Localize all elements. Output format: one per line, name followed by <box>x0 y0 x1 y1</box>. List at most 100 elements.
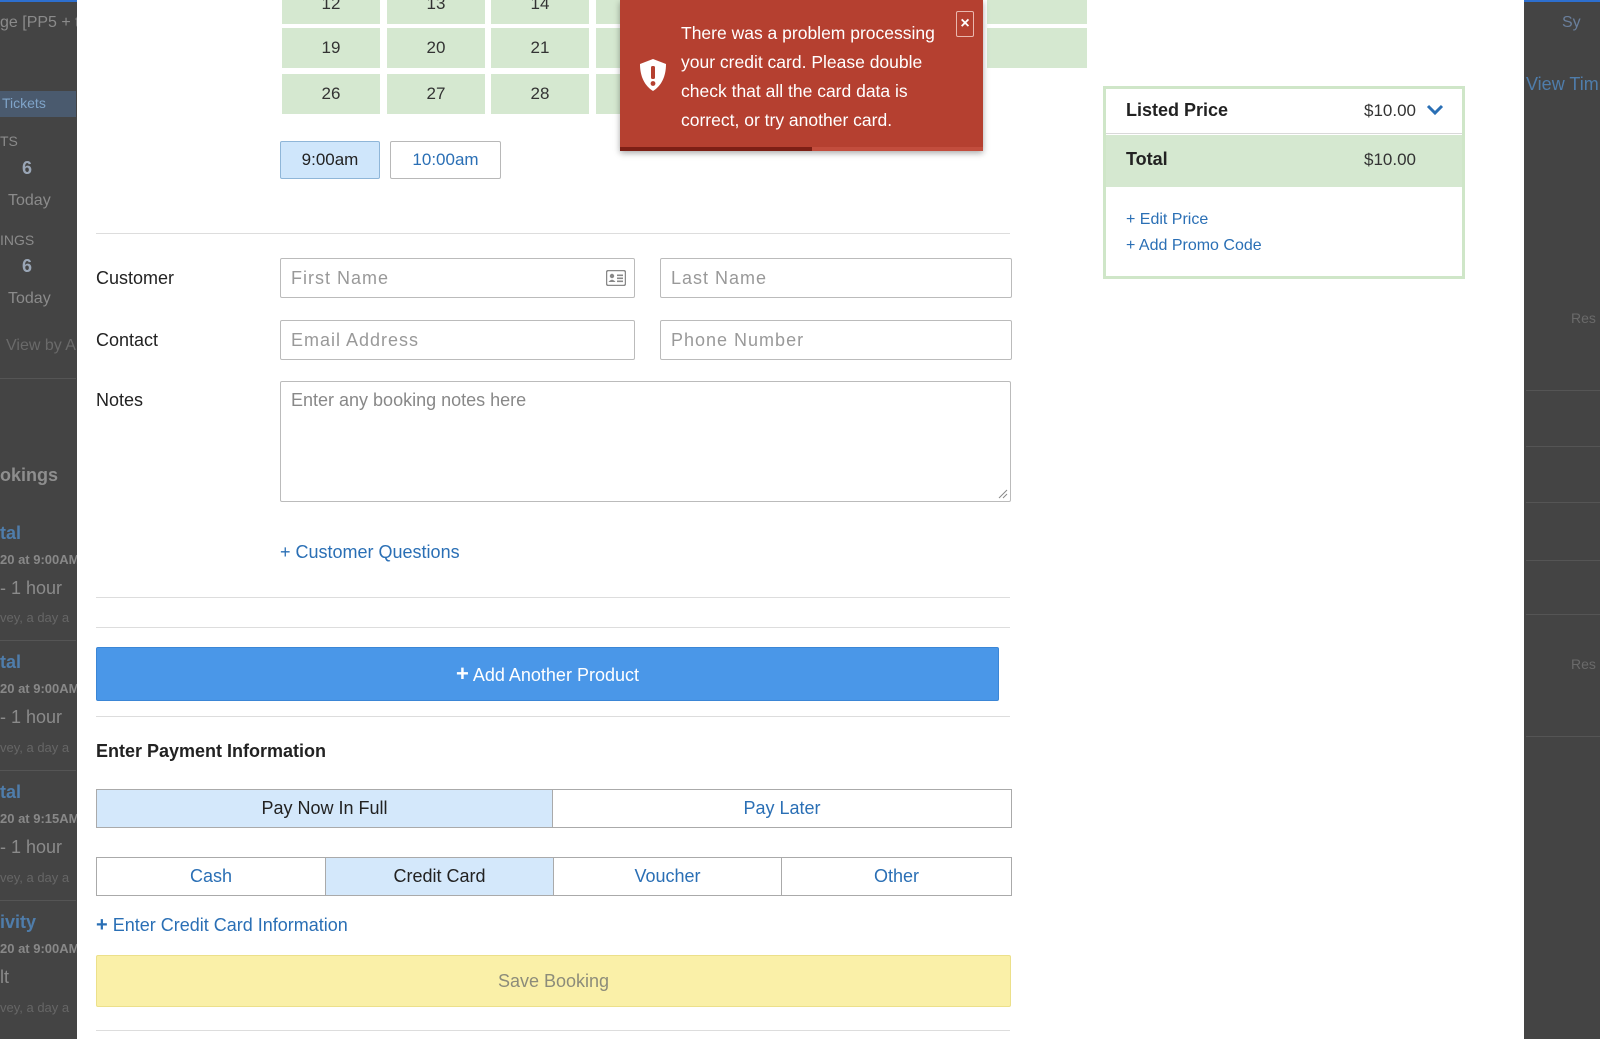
total-row: Total $10.00 <box>1106 135 1462 187</box>
calendar-day[interactable]: 28 <box>491 74 589 114</box>
background-item-title: ivity <box>0 912 37 932</box>
first-name-field[interactable]: First Name <box>280 258 635 298</box>
calendar-day[interactable]: 20 <box>387 28 485 68</box>
pay-later-toggle[interactable]: Pay Later <box>552 789 1012 828</box>
contact-card-icon[interactable] <box>606 270 626 286</box>
background-fragment: Res <box>1571 656 1596 672</box>
method-other[interactable]: Other <box>781 857 1012 896</box>
method-credit-card[interactable]: Credit Card <box>325 857 554 896</box>
shield-alert-icon <box>640 59 666 91</box>
background-item-meta: vey, a day a <box>0 1000 70 1015</box>
background-count: 6 <box>22 158 33 178</box>
notes-label: Notes <box>96 390 144 410</box>
background-tab-tickets: Tickets <box>0 91 76 117</box>
listed-price-row[interactable]: Listed Price $10.00 <box>1106 89 1462 134</box>
background-divider <box>0 900 76 901</box>
background-divider <box>0 770 76 771</box>
background-item-title: tal <box>0 523 22 543</box>
plus-icon: + <box>96 914 108 936</box>
calendar-day[interactable]: 21 <box>491 28 589 68</box>
background-item-date: 20 at 9:00AM <box>0 552 80 567</box>
background-item-duration: - 1 hour <box>0 578 63 598</box>
customer-questions-link[interactable]: + Customer Questions <box>280 542 460 563</box>
background-label: Today <box>8 192 51 209</box>
total-label: Total <box>1126 149 1168 169</box>
alert-timer-track <box>620 147 983 151</box>
calendar-day[interactable]: 13 <box>387 0 485 24</box>
background-item-date: 20 at 9:00AM <box>0 681 80 696</box>
background-divider <box>1526 736 1600 737</box>
calendar-day[interactable]: 14 <box>491 0 589 24</box>
background-divider <box>1526 390 1600 391</box>
background-divider <box>0 640 76 641</box>
section-divider <box>96 716 1010 717</box>
background-divider <box>1526 446 1600 447</box>
calendar-day[interactable]: 12 <box>282 0 380 24</box>
first-name-placeholder: First Name <box>291 268 390 288</box>
background-divider <box>1526 560 1600 561</box>
section-divider <box>96 1030 1010 1031</box>
add-product-label: Add Another Product <box>472 665 639 685</box>
total-value: $10.00 <box>1364 150 1416 169</box>
enter-card-link[interactable]: + Enter Credit Card Information <box>96 914 348 937</box>
customer-label: Customer <box>96 268 175 288</box>
booking-modal: 12 13 14 19 20 21 26 27 28 9:00am 10:00a… <box>77 0 1524 1039</box>
background-item-meta: vey, a day a <box>0 740 70 755</box>
add-product-button[interactable]: + Add Another Product <box>96 647 999 701</box>
method-cash[interactable]: Cash <box>96 857 326 896</box>
background-label: Today <box>8 290 51 307</box>
section-divider <box>96 627 1010 628</box>
background-item-date: 20 at 9:15AM <box>0 811 80 826</box>
enter-card-label: Enter Credit Card Information <box>112 915 348 935</box>
time-slot[interactable]: 10:00am <box>390 141 501 179</box>
last-name-field[interactable]: Last Name <box>660 258 1012 298</box>
background-item-title: tal <box>0 652 22 672</box>
background-item-duration: - 1 hour <box>0 707 63 727</box>
section-divider <box>96 233 1010 234</box>
alert-timer-fill <box>620 147 813 151</box>
edit-price-link[interactable]: + Edit Price <box>1126 211 1208 229</box>
calendar-day[interactable]: 26 <box>282 74 380 114</box>
background-item-meta: vey, a day a <box>0 870 70 885</box>
background-link-fragment: View Tim <box>1526 74 1599 94</box>
pay-now-toggle[interactable]: Pay Now In Full <box>96 789 553 828</box>
background-item-date: 20 at 9:00AM <box>0 941 80 956</box>
section-divider <box>96 597 1010 598</box>
background-label: TS <box>0 133 18 149</box>
background-item-duration: lt <box>0 967 9 987</box>
error-alert: There was a problem processing your cred… <box>620 0 983 151</box>
resize-grip-icon[interactable] <box>998 489 1008 499</box>
background-item-duration: - 1 hour <box>0 837 63 857</box>
listed-price-label: Listed Price <box>1126 100 1229 120</box>
background-user-fragment: Sy <box>1562 14 1581 31</box>
calendar-day[interactable]: 27 <box>387 74 485 114</box>
listed-price-value: $10.00 <box>1364 101 1416 120</box>
background-count: 6 <box>22 256 33 276</box>
save-booking-button[interactable]: Save Booking <box>96 955 1011 1007</box>
notes-textarea[interactable]: Enter any booking notes here <box>280 381 1011 502</box>
background-divider <box>0 378 76 379</box>
background-item-title: tal <box>0 782 22 802</box>
background-heading: okings <box>0 465 59 485</box>
time-slot-selected[interactable]: 9:00am <box>280 141 380 179</box>
notes-placeholder: Enter any booking notes here <box>291 390 527 410</box>
background-label: View by A <box>6 337 76 354</box>
email-placeholder: Email Address <box>291 330 420 350</box>
close-icon[interactable]: × <box>956 11 974 37</box>
calendar-day[interactable] <box>987 28 1087 68</box>
calendar-day[interactable]: 19 <box>282 28 380 68</box>
email-field[interactable]: Email Address <box>280 320 635 360</box>
last-name-placeholder: Last Name <box>671 268 768 288</box>
phone-field[interactable]: Phone Number <box>660 320 1012 360</box>
background-divider <box>1526 502 1600 503</box>
background-divider <box>1526 614 1600 615</box>
background-item-meta: vey, a day a <box>0 610 70 625</box>
method-voucher[interactable]: Voucher <box>553 857 782 896</box>
payment-section-title: Enter Payment Information <box>96 741 327 761</box>
chevron-down-icon[interactable] <box>1426 103 1444 117</box>
calendar-day[interactable] <box>987 0 1087 24</box>
phone-placeholder: Phone Number <box>671 330 805 350</box>
add-promo-code-link[interactable]: + Add Promo Code <box>1126 237 1262 255</box>
contact-label: Contact <box>96 330 159 350</box>
background-label: INGS <box>0 232 35 248</box>
